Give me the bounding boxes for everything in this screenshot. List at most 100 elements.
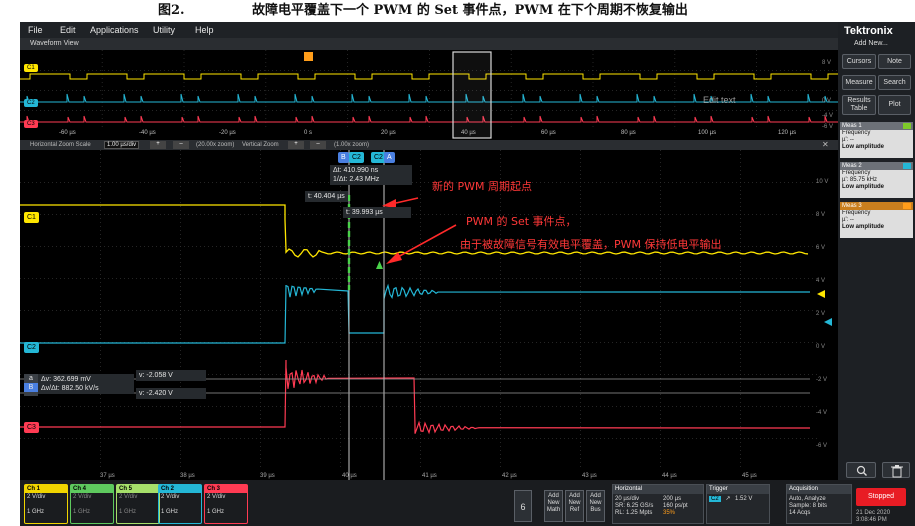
zoom-out-button[interactable]: – bbox=[173, 141, 189, 149]
trash-icon[interactable] bbox=[882, 462, 910, 478]
meas-1-badge[interactable]: Meas 1 Frequency µ': -- Low amplitude bbox=[840, 122, 913, 158]
edit-text-annotation[interactable]: Edit text bbox=[703, 95, 736, 105]
grid-dot bbox=[500, 274, 501, 275]
grid-dot bbox=[752, 90, 753, 91]
zoom-window-box[interactable] bbox=[452, 51, 492, 139]
grid-dot bbox=[88, 438, 89, 439]
grid-dot bbox=[640, 342, 641, 343]
grid-dot bbox=[420, 414, 421, 415]
grid-dot bbox=[500, 370, 501, 371]
grid-dot bbox=[516, 70, 517, 71]
grid-dot bbox=[260, 402, 261, 403]
vzoom-in-button[interactable]: + bbox=[288, 141, 304, 149]
grid-dot bbox=[180, 350, 181, 351]
trigger-position-marker[interactable] bbox=[304, 52, 313, 61]
grid-dot bbox=[432, 278, 433, 279]
zoom-search-icon[interactable] bbox=[846, 462, 876, 478]
ch1-offset-marker[interactable] bbox=[817, 290, 825, 298]
date-value: 21 Dec 2020 bbox=[856, 510, 891, 516]
trigger-settings-badge[interactable]: Trigger C2 ↗ 1.52 V bbox=[706, 484, 770, 524]
grid-dot bbox=[200, 246, 201, 247]
grid-dot bbox=[340, 318, 341, 319]
grid-dot bbox=[740, 250, 741, 251]
grid-dot bbox=[688, 374, 689, 375]
grid-dot bbox=[100, 282, 101, 283]
ch2-badge[interactable]: C2 bbox=[24, 342, 39, 353]
grid-dot bbox=[436, 406, 437, 407]
menu-applications[interactable]: Applications bbox=[90, 22, 139, 38]
meas-2-badge[interactable]: Meas 2 Frequency µ': 85.75 kHz Low ampli… bbox=[840, 162, 913, 198]
main-waveform-plot[interactable]: C1 C2 C3 B C2 C2 A Δt: 410.990 ns 1/Δt: … bbox=[20, 150, 838, 480]
add-new-bus-button[interactable]: Add New Bus bbox=[586, 490, 605, 522]
grid-dot bbox=[532, 110, 533, 111]
grid-dot bbox=[724, 278, 725, 279]
close-icon[interactable]: ✕ bbox=[822, 140, 829, 150]
trigger-level-marker[interactable] bbox=[824, 318, 832, 326]
search-button[interactable]: Search bbox=[878, 75, 911, 90]
horizontal-settings-badge[interactable]: Horizontal 20 µs/div 200 µs SR: 6.25 GS/… bbox=[612, 484, 704, 524]
cursor-b-source[interactable]: C2 bbox=[349, 152, 364, 163]
grid-dot bbox=[68, 90, 69, 91]
acquisition-settings-badge[interactable]: Acquisition Auto, Analyze Sample: 8 bits… bbox=[786, 484, 852, 524]
ch3-badge[interactable]: C3 bbox=[24, 422, 39, 433]
grid-dot bbox=[668, 406, 669, 407]
horizontal-scale: 20 µs/div bbox=[615, 496, 640, 502]
grid-dot bbox=[500, 158, 501, 159]
grid-dot bbox=[660, 318, 661, 319]
grid-dot bbox=[528, 374, 529, 375]
cursor-a-label[interactable]: A bbox=[384, 152, 395, 163]
menu-utility[interactable]: Utility bbox=[153, 22, 175, 38]
horizontal-zoom-value[interactable]: 1.00 µs/div bbox=[104, 141, 140, 149]
meas-2-title: Meas 2 bbox=[842, 163, 862, 169]
zoom-in-button[interactable]: + bbox=[150, 141, 166, 149]
grid-dot bbox=[308, 90, 309, 91]
overview-ch2-badge[interactable]: C2 bbox=[24, 99, 38, 107]
menu-edit[interactable]: Edit bbox=[60, 22, 76, 38]
grid-dot bbox=[500, 230, 501, 231]
grid-dot bbox=[292, 310, 293, 311]
grid-dot bbox=[600, 374, 601, 375]
results-table-button[interactable]: Results Table bbox=[842, 95, 876, 115]
grid-dot bbox=[616, 182, 617, 183]
grid-dot bbox=[112, 278, 113, 279]
grid-dot bbox=[660, 254, 661, 255]
menu-file[interactable]: File bbox=[28, 22, 43, 38]
grid-dot bbox=[112, 246, 113, 247]
grid-dot bbox=[584, 214, 585, 215]
add-new-math-button[interactable]: Add New Math bbox=[544, 490, 563, 522]
overview-ch3-badge[interactable]: C3 bbox=[24, 120, 38, 128]
ch4-settings-badge[interactable]: Ch 4 2 V/div 1 GHz bbox=[70, 484, 114, 524]
ch5-settings-badge[interactable]: Ch 5 2 V/div 1 GHz bbox=[116, 484, 160, 524]
add-new-ref-button[interactable]: Add New Ref bbox=[565, 490, 584, 522]
measure-button[interactable]: Measure bbox=[842, 75, 876, 90]
menu-help[interactable]: Help bbox=[195, 22, 214, 38]
overview-waveform[interactable]: C1 C2 C3 Edit text 8 V 0 V -4 V -6 V -60… bbox=[20, 50, 838, 140]
grid-dot bbox=[712, 110, 713, 111]
ch1-badge[interactable]: C1 bbox=[24, 212, 39, 223]
grid-dot bbox=[76, 90, 77, 91]
cursor-b-label[interactable]: B bbox=[338, 152, 349, 163]
grid-dot bbox=[500, 338, 501, 339]
overview-ch1-badge[interactable]: C1 bbox=[24, 64, 38, 72]
grid-dot bbox=[140, 182, 141, 183]
grid-dot bbox=[524, 110, 525, 111]
note-button[interactable]: Note bbox=[878, 54, 911, 69]
grid-dot bbox=[780, 110, 781, 111]
plot-button[interactable]: Plot bbox=[878, 95, 911, 115]
ch1-settings-badge[interactable]: Ch 1 2 V/div 1 GHz bbox=[24, 484, 68, 524]
grid-dot bbox=[272, 310, 273, 311]
grid-dot bbox=[180, 266, 181, 267]
cursors-button[interactable]: Cursors bbox=[842, 54, 876, 69]
grid-dot bbox=[592, 182, 593, 183]
grid-dot bbox=[444, 246, 445, 247]
ch3-settings-badge[interactable]: Ch 3 2 V/div 1 GHz bbox=[204, 484, 248, 524]
meas-3-badge[interactable]: Meas 3 Frequency µ': -- Low amplitude bbox=[840, 202, 913, 238]
grid-dot bbox=[416, 310, 417, 311]
hcursor-ab-tag[interactable]: a B bbox=[24, 374, 38, 396]
grid-dot bbox=[360, 438, 361, 439]
run-stop-button[interactable]: Stopped bbox=[856, 488, 906, 506]
vzoom-out-button[interactable]: – bbox=[310, 141, 326, 149]
ch2-settings-badge[interactable]: Ch 2 2 V/div 1 GHz bbox=[158, 484, 202, 524]
grid-dot bbox=[510, 70, 512, 71]
extra-channels-button[interactable]: 6 bbox=[514, 490, 532, 522]
